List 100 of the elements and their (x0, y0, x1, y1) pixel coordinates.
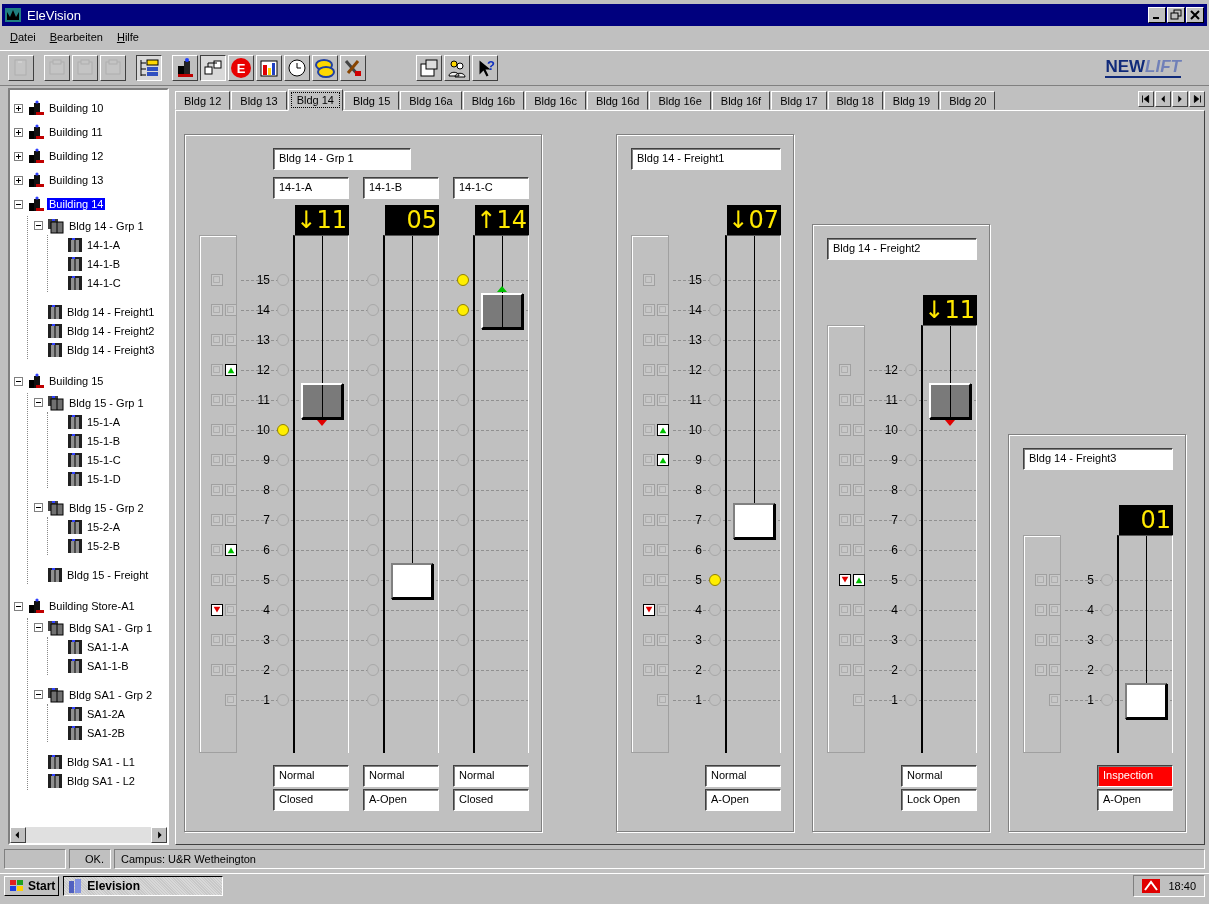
minimize-icon[interactable] (1148, 7, 1166, 23)
tree-item[interactable]: Bldg 14 - Freight3 (65, 343, 157, 356)
tab[interactable]: Bldg 16a (400, 91, 462, 110)
collapse-icon[interactable] (34, 690, 43, 699)
tab[interactable]: Bldg 16d (586, 91, 649, 110)
expand-icon[interactable] (14, 103, 23, 113)
tree-item[interactable]: Bldg SA1 - Grp 2 (67, 688, 155, 701)
collapse-icon[interactable] (14, 199, 23, 209)
tab[interactable]: Bldg 16e (649, 91, 711, 110)
last-tab-icon[interactable] (1189, 91, 1205, 107)
tree-item[interactable]: Bldg SA1 - L2 (65, 774, 137, 787)
tree-item[interactable]: 14-1-B (85, 257, 123, 270)
up-call-button[interactable] (657, 424, 669, 436)
down-call-button[interactable] (211, 604, 223, 616)
tab[interactable]: Bldg 14 (287, 89, 343, 111)
down-call-button[interactable] (839, 574, 851, 586)
up-call-button[interactable] (225, 364, 237, 376)
people-button[interactable] (444, 55, 470, 81)
tree-item[interactable]: SA1-2B (85, 726, 127, 739)
next-tab-icon[interactable] (1172, 91, 1188, 107)
floor-label: 10 (883, 423, 899, 437)
up-call-button[interactable] (657, 454, 669, 466)
maximize-icon[interactable] (1167, 7, 1185, 23)
tab[interactable]: Bldg 18 (827, 91, 883, 110)
first-tab-icon[interactable] (1138, 91, 1154, 107)
tree-button[interactable] (136, 55, 162, 81)
expand-icon[interactable] (14, 151, 23, 161)
tree-item[interactable]: Bldg SA1 - L1 (65, 755, 137, 768)
chart-icon (258, 57, 280, 79)
start-button[interactable]: Start (4, 876, 60, 896)
tab[interactable]: Bldg 13 (231, 91, 287, 110)
tab[interactable]: Bldg 16f (711, 91, 771, 110)
tree-item[interactable]: 14-1-C (85, 276, 123, 289)
tree-item[interactable]: Building 11 (47, 126, 105, 138)
tree-item[interactable]: Building 12 (47, 150, 106, 162)
tree-item[interactable]: Bldg 15 - Grp 1 (67, 396, 146, 409)
help-button[interactable]: ? (472, 55, 498, 81)
tree-item[interactable]: Building Store-A1 (47, 600, 137, 612)
tree-item[interactable]: 15-1-B (85, 434, 123, 447)
tree-item[interactable]: SA1-1-A (85, 640, 131, 653)
properties-button[interactable] (416, 55, 442, 81)
elevator-icon (47, 772, 63, 789)
collapse-icon[interactable] (14, 376, 23, 386)
tree-item[interactable]: Bldg SA1 - Grp 1 (67, 621, 155, 634)
tab[interactable]: Bldg 19 (883, 91, 940, 110)
collapse-icon[interactable] (14, 601, 23, 611)
previous-tab-icon[interactable] (1155, 91, 1171, 107)
menu-item[interactable]: Datei (10, 31, 36, 45)
collapse-icon[interactable] (34, 623, 43, 632)
down-call-button[interactable] (643, 604, 655, 616)
door-status-field: Closed (453, 789, 529, 811)
expand-icon[interactable] (14, 175, 23, 185)
floor-label: 7 (262, 513, 271, 527)
tree-item[interactable]: Building 14 (47, 198, 106, 210)
tree-item[interactable]: 15-2-B (85, 539, 123, 552)
elevator-icon (67, 470, 83, 487)
tree-item[interactable]: Bldg 14 - Grp 1 (67, 219, 146, 232)
collapse-icon[interactable] (34, 398, 43, 407)
clock-button[interactable] (284, 55, 310, 81)
collapse-icon[interactable] (34, 503, 43, 512)
tree-item[interactable]: Bldg 15 - Freight (65, 568, 151, 581)
status-text: OK. (69, 849, 111, 869)
collapse-icon[interactable] (34, 221, 43, 230)
tab[interactable]: Bldg 17 (771, 91, 827, 110)
expand-icon[interactable] (14, 127, 23, 137)
tree-item[interactable]: Bldg 15 - Grp 2 (67, 501, 146, 514)
exchange-button[interactable] (312, 55, 338, 81)
menu-item[interactable]: Hilfe (116, 31, 139, 45)
tree-item[interactable]: Building 10 (47, 102, 106, 114)
door-status-field: Closed (273, 789, 349, 811)
up-call-button[interactable] (853, 574, 865, 586)
menu-item[interactable]: Bearbeiten (49, 31, 103, 45)
tree-item[interactable]: Building 15 (47, 375, 106, 387)
tree-item[interactable]: 15-1-D (85, 472, 123, 485)
tree-item[interactable]: 15-1-C (85, 453, 123, 466)
scroll-right-icon[interactable] (151, 827, 167, 843)
tab[interactable]: Bldg 12 (175, 91, 231, 110)
scroll-left-icon[interactable] (10, 827, 26, 843)
tab[interactable]: Bldg 15 (343, 91, 400, 110)
emergency-button[interactable]: E (228, 55, 254, 81)
tab[interactable]: Bldg 16c (525, 91, 586, 110)
tree-item[interactable]: 14-1-A (85, 238, 123, 251)
building-button[interactable] (172, 55, 198, 81)
tree-item[interactable]: Bldg 14 - Freight2 (65, 324, 157, 337)
tree-item[interactable]: SA1-2A (85, 707, 127, 720)
group-button[interactable] (200, 55, 226, 81)
tree-item[interactable]: Building 13 (47, 174, 106, 186)
chart-button[interactable] (256, 55, 282, 81)
tools-button[interactable] (340, 55, 366, 81)
tree-item[interactable]: 15-1-A (85, 415, 123, 428)
tree-item[interactable]: 15-2-A (85, 520, 123, 533)
tree-item[interactable]: SA1-1-B (85, 659, 131, 672)
tab[interactable]: Bldg 20 (940, 91, 996, 110)
tab[interactable]: Bldg 16b (462, 91, 525, 110)
close-icon[interactable] (1186, 7, 1204, 23)
floor-label: 3 (694, 633, 703, 647)
tree-item[interactable]: Bldg 14 - Freight1 (65, 305, 157, 318)
taskbar-button[interactable]: Elevision (63, 876, 224, 896)
tray-icon[interactable] (1142, 879, 1161, 893)
up-call-button[interactable] (225, 544, 237, 556)
